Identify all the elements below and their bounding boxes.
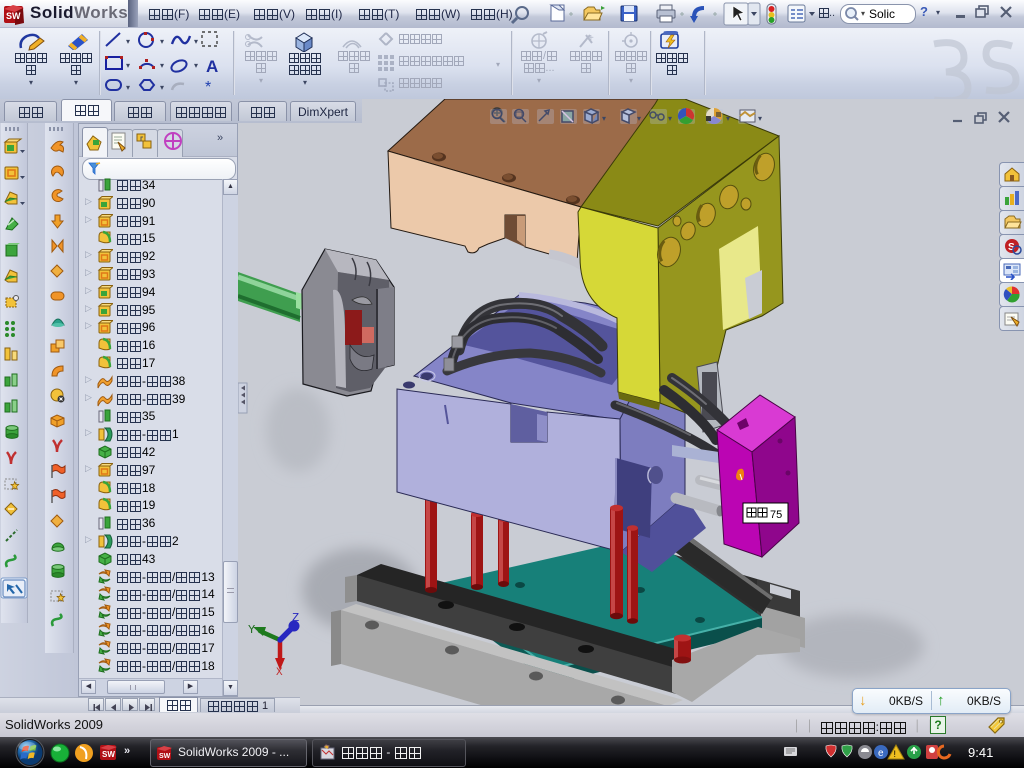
svg-text:!: ! [894,749,897,759]
svg-text:▾: ▾ [194,61,198,70]
svg-text:▾: ▾ [160,61,164,70]
svg-text:▾: ▾ [126,61,130,70]
svg-text:SW: SW [6,11,21,21]
svg-text:▾: ▾ [602,114,606,123]
svg-text:+: + [588,33,594,44]
svg-text:Y: Y [248,623,255,637]
svg-text:▾: ▾ [126,37,130,46]
svg-text:▾: ▾ [160,83,164,92]
svg-text:SW: SW [102,750,115,759]
svg-text:▾: ▾ [637,114,641,123]
svg-text:▾: ▾ [126,83,130,92]
svg-text:»: » [124,745,130,757]
svg-text:▾: ▾ [668,114,672,123]
svg-text:▾: ▾ [726,114,730,123]
svg-text:▾: ▾ [160,37,164,46]
svg-text:Z: Z [292,611,299,625]
svg-text:▾: ▾ [194,37,198,46]
svg-text:X: X [276,667,283,679]
svg-text:75: 75 [770,509,782,521]
svg-text:▾: ▾ [758,114,762,123]
svg-text:9:41: 9:41 [968,745,993,760]
svg-text:A: A [206,57,218,76]
svg-text:e: e [878,748,884,759]
svg-text:SW: SW [159,753,171,760]
svg-text:*: * [205,79,211,96]
